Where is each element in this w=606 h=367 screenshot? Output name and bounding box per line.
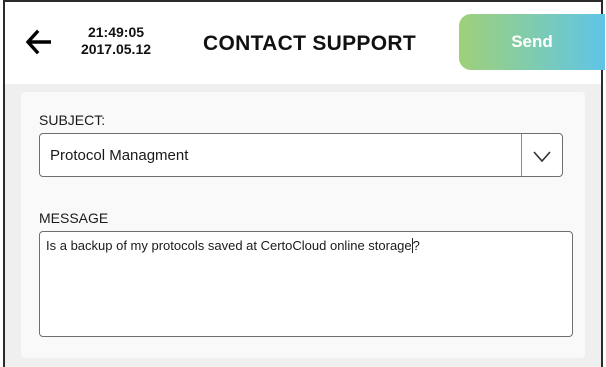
time-text: 21:49:05 bbox=[87, 24, 145, 40]
subject-label: SUBJECT: bbox=[39, 112, 106, 128]
subject-dropdown[interactable]: Protocol Managment bbox=[39, 133, 563, 177]
subject-selected-value: Protocol Managment bbox=[50, 147, 189, 164]
page-title: CONTACT SUPPORT bbox=[203, 32, 416, 55]
message-text-before-caret: Is a backup of my protocols saved at Cer… bbox=[46, 238, 412, 253]
datetime-display: 21:49:05 2017.05.12 bbox=[77, 24, 155, 58]
message-label: MESSAGE bbox=[39, 210, 109, 226]
dropdown-divider bbox=[521, 134, 522, 176]
header-bar: 21:49:05 2017.05.12 CONTACT SUPPORT Send bbox=[5, 2, 605, 84]
date-text: 2017.05.12 bbox=[80, 41, 152, 57]
send-button[interactable]: Send bbox=[459, 14, 605, 70]
contact-support-screen: 21:49:05 2017.05.12 CONTACT SUPPORT Send… bbox=[3, 0, 605, 367]
back-button[interactable] bbox=[25, 28, 53, 56]
form-panel: SUBJECT: Protocol Managment MESSAGE Is a… bbox=[21, 92, 585, 358]
message-textarea[interactable]: Is a backup of my protocols saved at Cer… bbox=[39, 231, 573, 337]
message-text: Is a backup of my protocols saved at Cer… bbox=[46, 238, 420, 253]
arrow-left-icon bbox=[25, 29, 51, 55]
content-area: SUBJECT: Protocol Managment MESSAGE Is a… bbox=[5, 84, 601, 367]
chevron-down-icon[interactable] bbox=[530, 145, 554, 167]
message-text-after-caret: ? bbox=[412, 238, 420, 253]
